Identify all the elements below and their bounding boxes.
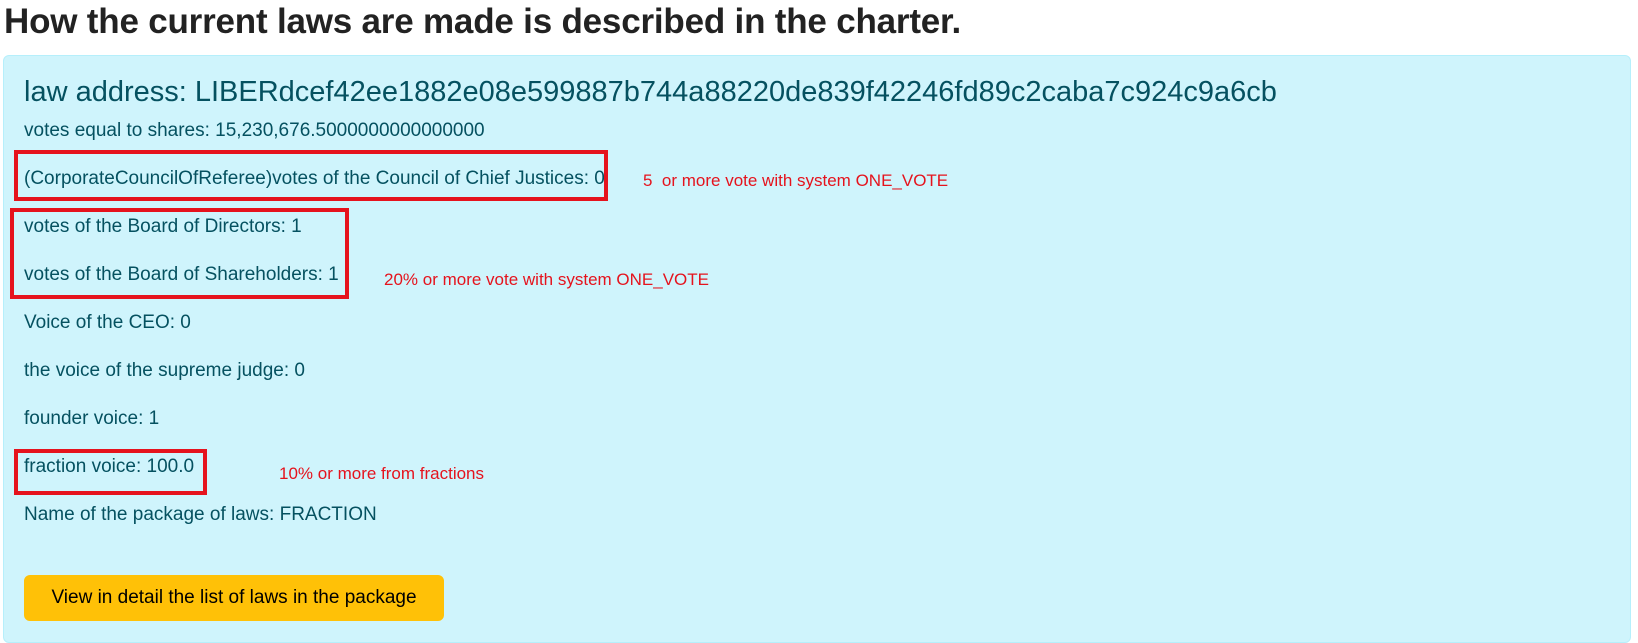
boards-highlight-box <box>10 208 349 299</box>
votes-equal-shares-text: votes equal to shares: 15,230,676.500000… <box>24 120 485 141</box>
supreme-judge-voice-text: the voice of the supreme judge: 0 <box>24 360 305 381</box>
council-highlight-box <box>14 150 608 201</box>
ceo-voice-text: Voice of the CEO: 0 <box>24 312 191 333</box>
page-title: How the current laws are made is describ… <box>4 2 962 41</box>
founder-voice-text: founder voice: 1 <box>24 408 160 429</box>
law-info-card: law address: LIBERdcef42ee1882e08e599887… <box>3 55 1631 643</box>
view-laws-detail-button[interactable]: View in detail the list of laws in the p… <box>24 575 444 621</box>
package-name-text: Name of the package of laws: FRACTION <box>24 504 377 525</box>
council-annotation-note: 5 or more vote with system ONE_VOTE <box>643 171 949 190</box>
fraction-highlight-box <box>14 449 207 495</box>
fraction-annotation-note: 10% or more from fractions <box>279 464 485 483</box>
law-address-heading: law address: LIBERdcef42ee1882e08e599887… <box>24 76 1277 108</box>
boards-annotation-note: 20% or more vote with system ONE_VOTE <box>384 270 709 289</box>
